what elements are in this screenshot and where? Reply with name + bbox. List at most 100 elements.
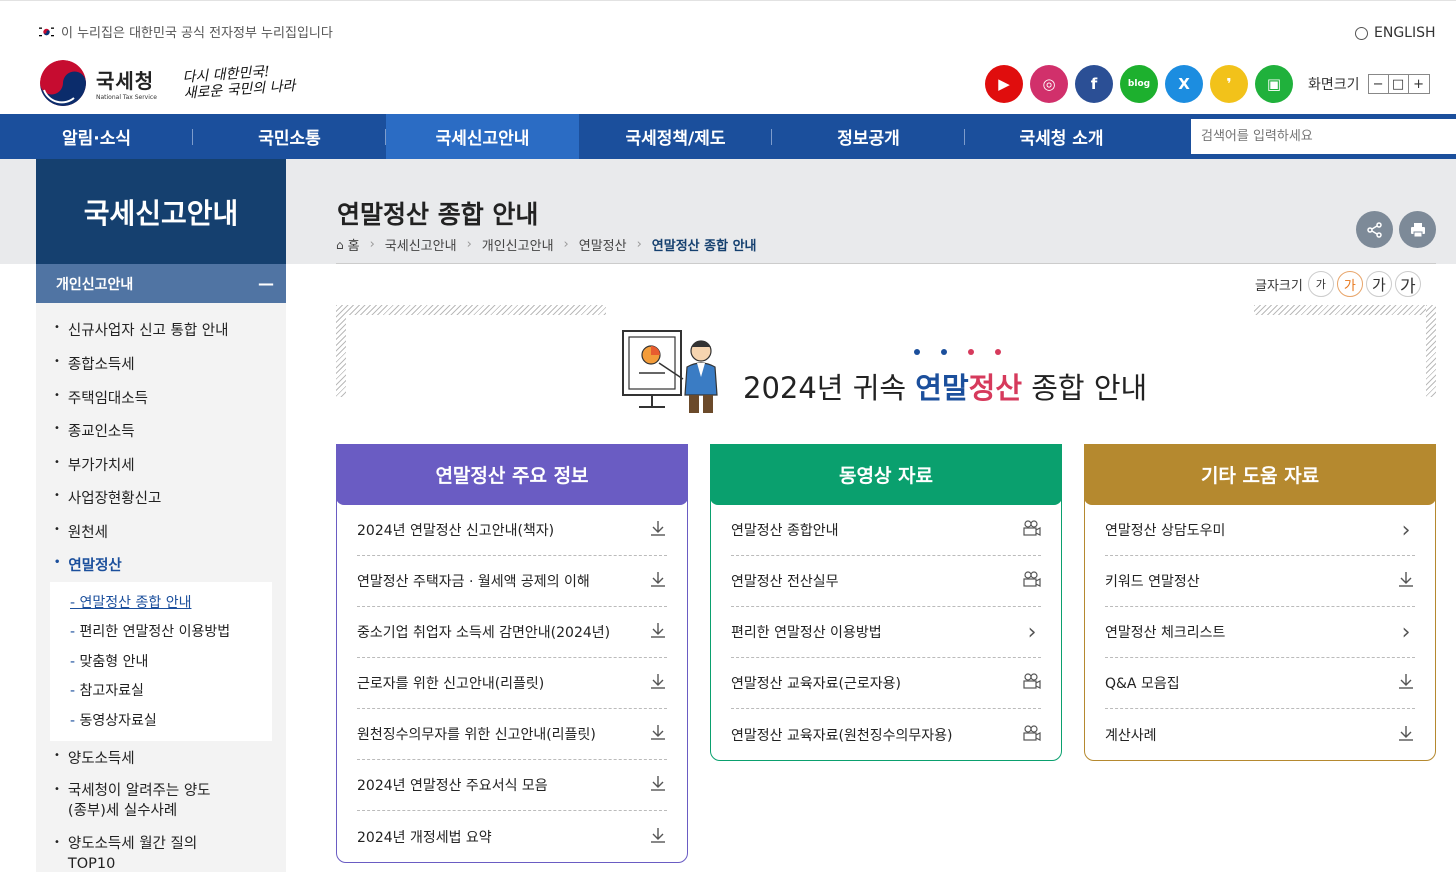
resource-link-label: Q&A 모음집 (1105, 676, 1180, 692)
sidebar-item[interactable]: • 원천세 (54, 521, 108, 542)
resource-link[interactable]: 연말정산 체크리스트 › (1105, 607, 1415, 658)
facebook-icon[interactable]: f (1075, 65, 1113, 103)
kakao-channel-icon[interactable]: ▣ (1255, 65, 1293, 103)
blog-icon[interactable]: blog (1120, 65, 1158, 103)
sidebar-item[interactable]: • 주택임대소득 (54, 387, 148, 408)
chevron-right-icon: › (636, 237, 642, 252)
resource-link[interactable]: 연말정산 주택자금 · 월세액 공제의 이해 (357, 556, 667, 607)
resource-link[interactable]: Q&A 모음집 (1105, 658, 1415, 709)
download-icon (649, 519, 667, 541)
resource-link[interactable]: 2024년 연말정산 신고안내(책자) (357, 505, 667, 556)
resource-link[interactable]: 중소기업 취업자 소득세 감면안내(2024년) (357, 607, 667, 658)
sidebar-subitem[interactable]: - 맞춤형 안내 (70, 651, 148, 671)
resource-link[interactable]: 키워드 연말정산 (1105, 556, 1415, 607)
share-button[interactable] (1356, 211, 1393, 248)
gnb-item-news[interactable]: 알림·소식 (0, 114, 193, 159)
resource-link-label: 2024년 연말정산 신고안내(책자) (357, 523, 555, 539)
breadcrumb-item[interactable]: 개인신고안내 (482, 235, 554, 254)
resource-link-label: 근로자를 위한 신고안내(리플릿) (357, 676, 545, 692)
collapse-icon: — (258, 274, 274, 293)
x-icon[interactable]: X (1165, 65, 1203, 103)
taegukgi-icon (38, 25, 55, 38)
sidebar-item[interactable]: • 부가가치세 (54, 454, 135, 475)
download-icon (649, 621, 667, 643)
sidebar-item[interactable]: • 신규사업자 신고 통합 안내 (54, 319, 228, 340)
title-divider (336, 263, 1436, 264)
year-end-banner: 2024년 귀속 연말정산 종합 안내 (336, 305, 1436, 413)
resource-link-label: 키워드 연말정산 (1105, 574, 1200, 590)
video-icon (1023, 724, 1041, 745)
resource-link[interactable]: 연말정산 종합안내 (731, 505, 1041, 556)
resource-box-title: 연말정산 주요 정보 (336, 444, 688, 505)
resource-link[interactable]: 2024년 연말정산 주요서식 모음 (357, 760, 667, 811)
share-icon (1366, 221, 1382, 238)
font-size-control: 글자크기 가 가 가 가 (1255, 271, 1421, 297)
font-size-xlarge-button[interactable]: 가 (1394, 271, 1421, 297)
gnb-item-disclosure[interactable]: 정보공개 (772, 114, 965, 159)
gnb-item-tax-filing[interactable]: 국세신고안내 (386, 114, 579, 159)
sidebar-item-active[interactable]: • 연말정산 (54, 554, 122, 575)
gov-notice: 이 누리집은 대한민국 공식 전자정부 누리집입니다 (38, 22, 333, 41)
breadcrumb-item[interactable]: 국세신고안내 (385, 235, 457, 254)
sidebar-item[interactable]: • 양도소득세 (54, 747, 135, 768)
font-size-large-button[interactable]: 가 (1365, 271, 1392, 297)
logo-subtitle: National Tax Service (96, 94, 157, 101)
banner-title: 2024년 귀속 연말정산 종합 안내 (743, 371, 1148, 405)
font-size-default-button[interactable]: 가 (1336, 271, 1363, 297)
dot (914, 349, 920, 355)
resource-link[interactable]: 연말정산 상담도우미 › (1105, 505, 1415, 556)
sns-links: ▶ ◎ f blog X ❜ ▣ (985, 65, 1293, 103)
breadcrumb-home[interactable]: 홈 (348, 235, 360, 254)
zoom-label: 화면크기 (1308, 77, 1360, 93)
download-icon (1397, 724, 1415, 746)
instagram-icon[interactable]: ◎ (1030, 65, 1068, 103)
top-border (0, 0, 1456, 5)
sidebar-menu: • 신규사업자 신고 통합 안내 • 종합소득세 • 주택임대소득 • 종교인소득 • 부… (36, 303, 286, 872)
search-input[interactable] (1191, 119, 1456, 154)
resource-link[interactable]: 계산사례 (1105, 709, 1415, 760)
sidebar-item[interactable]: • 양도소득세 월간 질의 TOP10 (54, 834, 197, 874)
sidebar-subitem[interactable]: - 동영상자료실 (70, 710, 157, 730)
zoom-in-button[interactable]: + (1409, 75, 1429, 93)
sidebar-item[interactable]: • 종합소득세 (54, 353, 135, 374)
resource-link[interactable]: 원천징수의무자를 위한 신고안내(리플릿) (357, 709, 667, 760)
resource-link[interactable]: 연말정산 교육자료(원천징수의무자용) (731, 709, 1041, 760)
kakao-story-icon[interactable]: ❜ (1210, 65, 1248, 103)
gnb-item-about[interactable]: 국세청 소개 (965, 114, 1158, 159)
banner-frame (1254, 305, 1436, 315)
zoom-reset-button[interactable]: □ (1389, 75, 1409, 93)
sidebar-item[interactable]: • 종교인소득 (54, 420, 135, 441)
page-title: 연말정산 종합 안내 (337, 200, 539, 229)
resource-link-label: 연말정산 전산실무 (731, 574, 839, 590)
english-link[interactable]: ENGLISH (1355, 25, 1436, 41)
youtube-icon[interactable]: ▶ (985, 65, 1023, 103)
slogan: 다시 대한민국! 새로운 국민의 나라 (182, 62, 296, 102)
breadcrumb-item[interactable]: 연말정산 (579, 235, 627, 254)
banner-frame (336, 305, 606, 315)
sidebar-subitem[interactable]: - 참고자료실 (70, 680, 144, 700)
resource-link[interactable]: 2024년 개정세법 요약 (357, 811, 667, 862)
sidebar-section[interactable]: 개인신고안내 — (36, 264, 286, 303)
nts-logo[interactable]: 국세청 National Tax Service (40, 60, 157, 106)
resource-link[interactable]: 편리한 연말정산 이용방법 › (731, 607, 1041, 658)
sidebar-subitem[interactable]: - 편리한 연말정산 이용방법 (70, 621, 230, 641)
sidebar-item[interactable]: • 사업장현황신고 (54, 487, 161, 508)
sidebar-item[interactable]: • 국세청이 알려주는 양도 (종부)세 실수사례 (54, 781, 211, 821)
gnb-item-policy[interactable]: 국세정책/제도 (579, 114, 772, 159)
taegeuk-emblem-icon (40, 60, 86, 106)
resource-link-label: 연말정산 상담도우미 (1105, 523, 1226, 539)
home-icon: ⌂ (336, 237, 344, 252)
resource-link[interactable]: 연말정산 전산실무 (731, 556, 1041, 607)
resource-link-label: 연말정산 종합안내 (731, 523, 839, 539)
resource-box-title: 동영상 자료 (710, 444, 1062, 505)
resource-link[interactable]: 연말정산 교육자료(근로자용) (731, 658, 1041, 709)
resource-link-label: 연말정산 체크리스트 (1105, 625, 1226, 641)
chevron-right-icon: › (1401, 517, 1411, 543)
print-button[interactable] (1399, 211, 1436, 248)
font-size-small-button[interactable]: 가 (1307, 271, 1334, 297)
resource-link[interactable]: 근로자를 위한 신고안내(리플릿) (357, 658, 667, 709)
sidebar-subitem-active[interactable]: - 연말정산 종합 안내 (70, 592, 191, 612)
english-label: ENGLISH (1374, 25, 1436, 41)
zoom-out-button[interactable]: − (1369, 75, 1389, 93)
gnb-item-communication[interactable]: 국민소통 (193, 114, 386, 159)
